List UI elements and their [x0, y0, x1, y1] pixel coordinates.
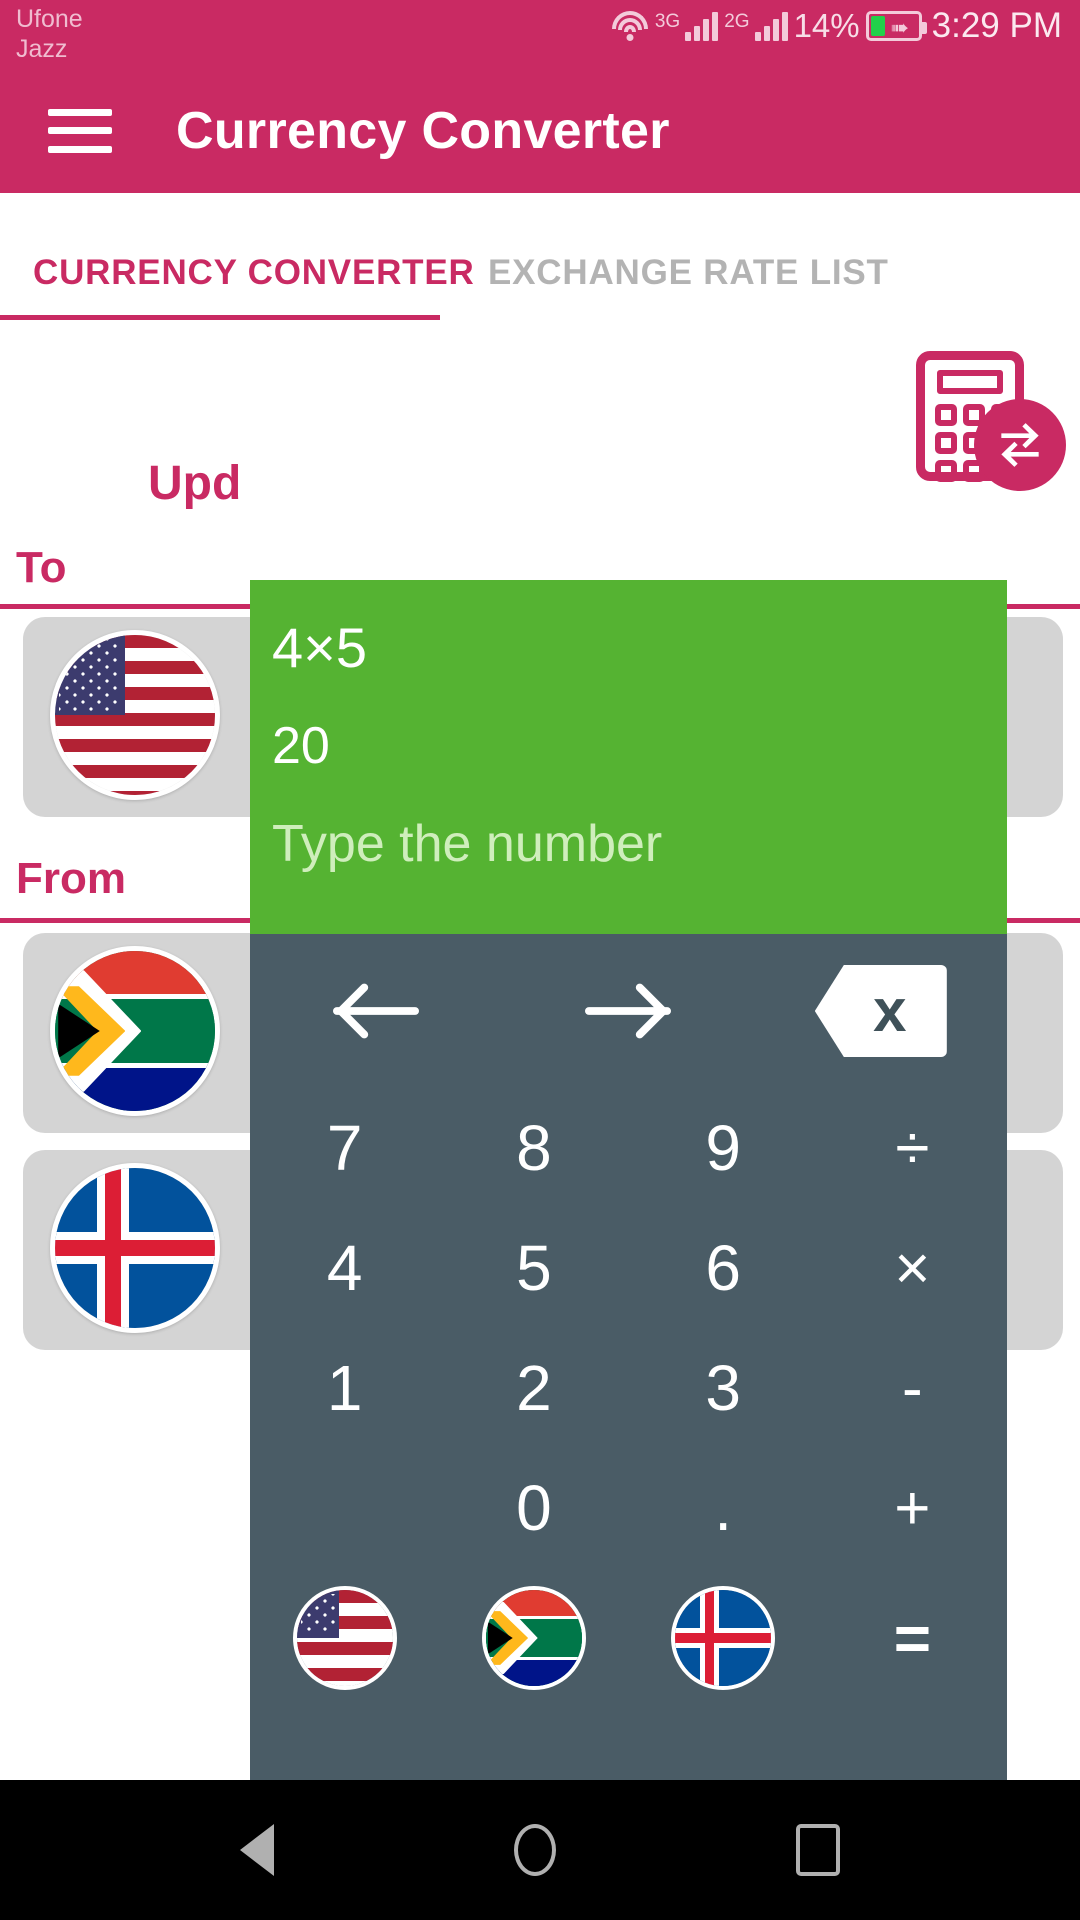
key-1[interactable]: 1: [250, 1328, 439, 1448]
keypad-row-1: 7 8 9 ÷: [250, 1088, 1007, 1208]
carrier-2: Jazz: [16, 35, 68, 63]
key-plus[interactable]: +: [818, 1448, 1007, 1568]
is-flag-icon: [50, 1163, 220, 1333]
keypad-row-3: 1 2 3 -: [250, 1328, 1007, 1448]
us-flag-icon: [50, 630, 220, 800]
android-nav-bar: [0, 1780, 1080, 1920]
key-equals[interactable]: =: [818, 1568, 1007, 1708]
tab-currency-converter[interactable]: CURRENCY CONVERTER: [33, 253, 475, 293]
keypad-row-2: 4 5 6 ×: [250, 1208, 1007, 1328]
clock: 3:29 PM: [931, 6, 1062, 45]
is-flag-icon: [671, 1586, 776, 1690]
exchange-arrows-icon: [974, 399, 1066, 491]
key-2[interactable]: 2: [439, 1328, 628, 1448]
phone-screen: Ufone Jazz 3G 2G 14% ➠ 3:29 PM Currency …: [0, 0, 1080, 1920]
keypad-row-4: 0 . +: [250, 1448, 1007, 1568]
key-blank: [250, 1448, 439, 1568]
carrier-1: Ufone: [16, 5, 83, 33]
calculator-keypad: x 7 8 9 ÷ 4 5 6 × 1 2 3 - 0 . + =: [250, 934, 1007, 1802]
network-type-2: 2G: [724, 11, 750, 32]
signal-3g-icon: 3G: [654, 11, 719, 41]
signal-2g-icon: 2G: [724, 11, 788, 41]
key-8[interactable]: 8: [439, 1088, 628, 1208]
key-0[interactable]: 0: [439, 1448, 628, 1568]
input-placeholder-text: Type the number: [272, 815, 663, 873]
cursor-right-button[interactable]: [502, 934, 754, 1088]
key-7[interactable]: 7: [250, 1088, 439, 1208]
from-label: From: [16, 854, 126, 903]
key-currency-is[interactable]: [629, 1568, 818, 1708]
key-5[interactable]: 5: [439, 1208, 628, 1328]
calculator-panel: 4×5 20 Type the number x 7 8 9 ÷ 4 5 6 ×…: [250, 580, 1007, 1802]
calculator-display[interactable]: 4×5 20 Type the number: [250, 580, 1007, 934]
expression-text: 4×5: [272, 616, 367, 679]
android-recents-icon[interactable]: [796, 1824, 840, 1876]
to-label: To: [16, 543, 67, 592]
backspace-icon: x: [814, 965, 947, 1057]
key-6[interactable]: 6: [629, 1208, 818, 1328]
android-home-icon[interactable]: [514, 1824, 556, 1876]
status-icons: 3G 2G 14% ➠ 3:29 PM: [611, 6, 1062, 46]
cursor-left-button[interactable]: [250, 934, 502, 1088]
key-currency-us[interactable]: [250, 1568, 439, 1708]
hamburger-menu-icon[interactable]: [48, 108, 112, 153]
wifi-icon: [611, 9, 649, 43]
calculator-toggle-button[interactable]: [906, 333, 1066, 503]
carrier-labels: Ufone Jazz: [16, 4, 83, 64]
result-text: 20: [272, 717, 330, 775]
battery-charging-icon: ➠: [865, 11, 927, 41]
battery-percent: 14%: [793, 7, 860, 44]
tab-active-indicator: [0, 315, 440, 320]
app-bar: Currency Converter: [0, 68, 1080, 193]
key-divide[interactable]: ÷: [818, 1088, 1007, 1208]
key-currency-za[interactable]: [439, 1568, 628, 1708]
calculator-screen-part: [937, 370, 1003, 394]
network-type-1: 3G: [654, 11, 681, 32]
backspace-button[interactable]: x: [755, 934, 1007, 1088]
arrow-left-icon: [333, 983, 420, 1039]
key-9[interactable]: 9: [629, 1088, 818, 1208]
us-flag-icon: [292, 1586, 397, 1690]
arrow-right-icon: [585, 983, 672, 1039]
page-title: Currency Converter: [176, 101, 670, 160]
backspace-x-glyph: x: [873, 977, 907, 1044]
key-multiply[interactable]: ×: [818, 1208, 1007, 1328]
za-flag-icon: [50, 946, 220, 1116]
keypad-nav-row: x: [250, 934, 1007, 1088]
key-4[interactable]: 4: [250, 1208, 439, 1328]
za-flag-icon: [481, 1586, 586, 1690]
key-decimal[interactable]: .: [629, 1448, 818, 1568]
android-back-icon[interactable]: [240, 1824, 274, 1876]
key-3[interactable]: 3: [629, 1328, 818, 1448]
tab-exchange-rate-list[interactable]: EXCHANGE RATE LIST: [488, 253, 889, 293]
status-bar: Ufone Jazz 3G 2G 14% ➠ 3:29 PM: [0, 0, 1080, 68]
update-label: Upd: [148, 457, 242, 510]
key-minus[interactable]: -: [818, 1328, 1007, 1448]
keypad-currency-row: =: [250, 1568, 1007, 1708]
